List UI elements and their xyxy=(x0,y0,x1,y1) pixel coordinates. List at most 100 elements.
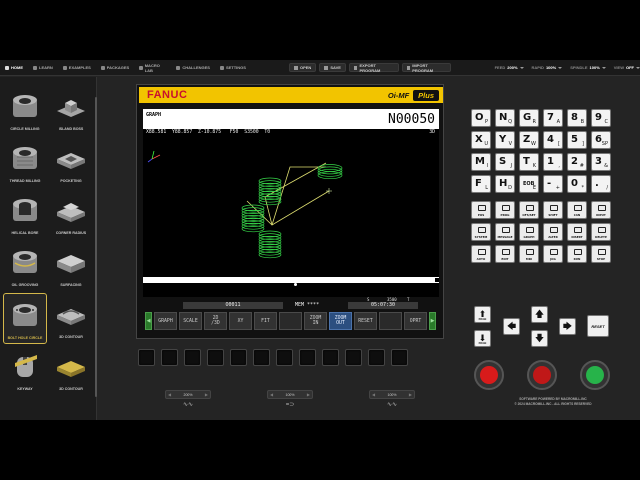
key-1[interactable]: 1, xyxy=(543,153,563,171)
nav-examples[interactable]: EXAMPLES xyxy=(58,60,96,76)
key-input[interactable]: INPUT xyxy=(591,201,611,219)
key-shift[interactable]: SHIFT xyxy=(543,201,563,219)
key-g[interactable]: GR xyxy=(519,109,539,127)
page-down-key[interactable]: ⬇ PAGE xyxy=(474,330,491,347)
key-o[interactable]: OP xyxy=(471,109,491,127)
key-pos[interactable]: POS xyxy=(471,201,491,219)
cursor-up-key[interactable]: 🡅 xyxy=(531,306,548,323)
sidebar-item-oil-grooving[interactable]: OIL GROOVING xyxy=(3,241,47,292)
cursor-right-key[interactable]: 🡆 xyxy=(559,318,576,335)
export-program-button[interactable]: EXPORT PROGRAM xyxy=(348,63,399,73)
key-graph[interactable]: GRAPH xyxy=(519,223,539,241)
key-f[interactable]: FL xyxy=(471,175,491,193)
nav-packages[interactable]: PACKAGES xyxy=(96,60,134,76)
rapid-override-knob[interactable]: ◀ 100% ▶ =⊃ xyxy=(267,390,313,414)
softkey-xy[interactable]: XY xyxy=(229,312,252,330)
key-minus[interactable]: - + xyxy=(543,175,563,193)
cursor-down-key[interactable]: 🡇 xyxy=(531,330,548,347)
key-message[interactable]: MESSAGE xyxy=(495,223,515,241)
sidebar-item-surfacing[interactable]: SURFACING xyxy=(49,241,93,292)
softkey-scale[interactable]: SCALE xyxy=(179,312,202,330)
toolpath-graph[interactable] xyxy=(143,137,439,277)
softkey-oprt[interactable]: OPRT xyxy=(404,312,427,330)
key-jog[interactable]: JOG xyxy=(543,245,563,263)
cursor-left-key[interactable]: 🡄 xyxy=(503,318,520,335)
key-ofs-set[interactable]: OFS/SET xyxy=(519,201,539,219)
key-h[interactable]: HD xyxy=(495,175,515,193)
physical-key[interactable] xyxy=(184,349,201,366)
cycle-run-button[interactable] xyxy=(580,360,610,390)
key-8[interactable]: 8B xyxy=(567,109,587,127)
key-eob[interactable]: EOB E xyxy=(519,175,539,193)
key-stop[interactable]: STOP xyxy=(591,245,611,263)
sidebar-scrollbar[interactable] xyxy=(95,97,97,397)
key-s[interactable]: SJ xyxy=(495,153,515,171)
reset-key[interactable]: RESET xyxy=(587,315,609,337)
key-can[interactable]: CAN xyxy=(567,201,587,219)
rapid-override[interactable]: RAPID 100% xyxy=(532,65,563,70)
physical-key[interactable] xyxy=(368,349,385,366)
softkey-reset[interactable]: RESET xyxy=(354,312,377,330)
key-m[interactable]: MI xyxy=(471,153,491,171)
softkey-graph[interactable]: GRAPH xyxy=(154,312,177,330)
nav-settings[interactable]: SETTINGS xyxy=(215,60,251,76)
physical-key[interactable] xyxy=(230,349,247,366)
key-5[interactable]: 5] xyxy=(567,131,587,149)
page-up-key[interactable]: ⬆ PAGE xyxy=(474,306,491,323)
key-auto[interactable]: AUTO xyxy=(471,245,491,263)
physical-key[interactable] xyxy=(299,349,316,366)
softkey-zoom-in[interactable]: ZOOM IN xyxy=(304,312,327,330)
sidebar-item-pocketing[interactable]: POCKETING xyxy=(49,137,93,188)
key-mdi[interactable]: MDI xyxy=(519,245,539,263)
key-2[interactable]: 2 # xyxy=(567,153,587,171)
softkey-next[interactable]: ▶ xyxy=(429,312,436,330)
sidebar-item-bolt-hole-circle[interactable]: BOLT HOLE CIRCLE xyxy=(3,293,47,344)
physical-key[interactable] xyxy=(276,349,293,366)
nav-challenges[interactable]: CHALLENGES xyxy=(171,60,215,76)
softkey-zoom-out[interactable]: ZOOM OUT xyxy=(329,312,352,330)
key-alter[interactable]: ALTER xyxy=(543,223,563,241)
sidebar-item-island-boss[interactable]: ISLAND BOSS xyxy=(49,85,93,136)
physical-key[interactable] xyxy=(138,349,155,366)
spindle-override[interactable]: SPINDLE 100% xyxy=(570,65,606,70)
softkey-prev[interactable]: ◀ xyxy=(145,312,152,330)
spindle-override-knob[interactable]: ◀ 100% ▶ ∿∿ xyxy=(369,390,415,414)
nav-home[interactable]: HOME xyxy=(0,60,28,76)
open-button[interactable]: OPEN xyxy=(288,63,317,72)
sidebar-item-thread-milling[interactable]: THREAD MILLING xyxy=(3,137,47,188)
key-0[interactable]: 0 * xyxy=(567,175,587,193)
physical-key[interactable] xyxy=(391,349,408,366)
save-button[interactable]: SAVE xyxy=(319,63,346,72)
view-toggle[interactable]: VIEW OFF xyxy=(614,65,640,70)
import-program-button[interactable]: IMPORT PROGRAM xyxy=(401,63,451,73)
sidebar-item-3d-contour[interactable]: 3D CONTOUR xyxy=(49,293,93,344)
nav-macro-lab[interactable]: MACRO LAB xyxy=(134,60,171,76)
sidebar-item-circle-milling[interactable]: CIRCLE MILLING xyxy=(3,85,47,136)
sidebar-item-helical-bore[interactable]: HELICAL BORE xyxy=(3,189,47,240)
feed-hold-button[interactable] xyxy=(527,360,557,390)
cycle-start-button[interactable] xyxy=(474,360,504,390)
key-x[interactable]: XU xyxy=(471,131,491,149)
feed-override[interactable]: FEED 200% xyxy=(495,65,524,70)
softkey-2d-3d[interactable]: 2D /3D xyxy=(204,312,227,330)
key-z[interactable]: ZW xyxy=(519,131,539,149)
key-prog[interactable]: PROG xyxy=(495,201,515,219)
key-system[interactable]: SYSTEM xyxy=(471,223,491,241)
physical-key[interactable] xyxy=(253,349,270,366)
physical-key[interactable] xyxy=(161,349,178,366)
key-3[interactable]: 3 & xyxy=(591,153,611,171)
key-run[interactable]: RUN xyxy=(567,245,587,263)
key-9[interactable]: 9C xyxy=(591,109,611,127)
softkey-fit[interactable]: FIT xyxy=(254,312,277,330)
key-y[interactable]: YV xyxy=(495,131,515,149)
sidebar-item-corner-radius[interactable]: CORNER RADIUS xyxy=(49,189,93,240)
key-t[interactable]: TK xyxy=(519,153,539,171)
sidebar-item-3d-contour-2[interactable]: 3D CONTOUR xyxy=(49,345,93,396)
nav-learn[interactable]: LEARN xyxy=(28,60,58,76)
key-dot[interactable]: . / xyxy=(591,175,611,193)
physical-key[interactable] xyxy=(322,349,339,366)
key-edit[interactable]: EDIT xyxy=(495,245,515,263)
softkey-empty[interactable] xyxy=(279,312,302,330)
key-delete[interactable]: DELETE xyxy=(591,223,611,241)
key-7[interactable]: 7A xyxy=(543,109,563,127)
